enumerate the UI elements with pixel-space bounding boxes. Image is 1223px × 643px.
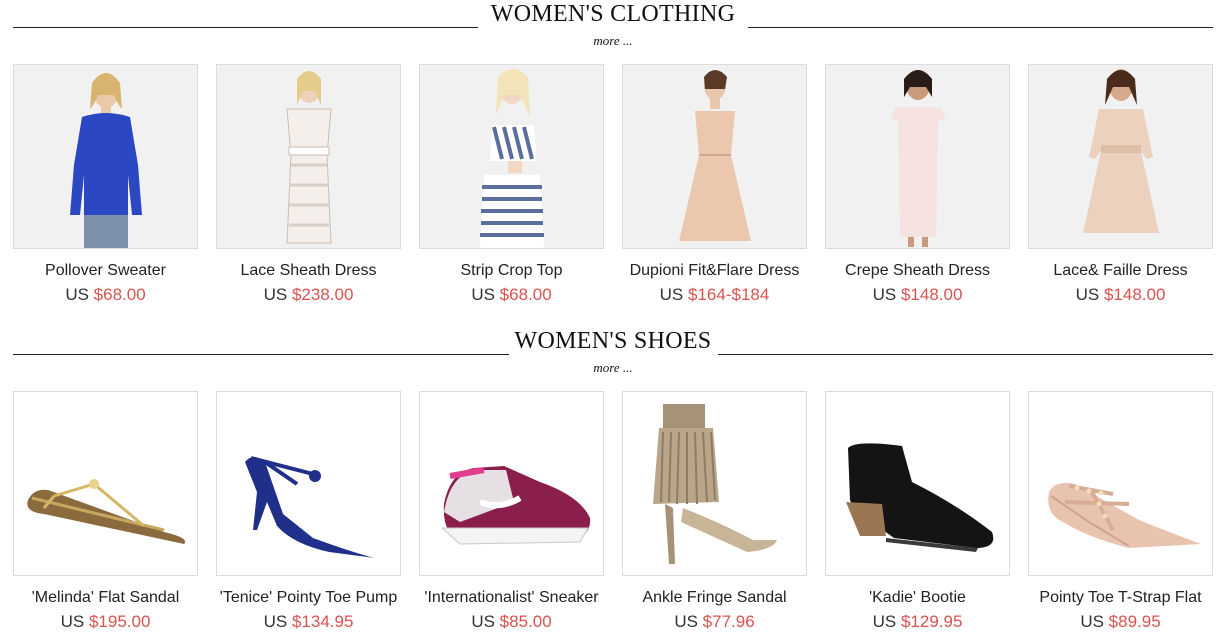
price-amount: $68.00: [93, 285, 146, 304]
product-image[interactable]: [825, 64, 1010, 249]
price-amount: $195.00: [88, 612, 151, 631]
price-amount: $164-$184: [688, 285, 770, 304]
product-price: US $164-$184: [622, 284, 807, 306]
product-name[interactable]: 'Melinda' Flat Sandal: [13, 588, 198, 608]
product-card[interactable]: Pollover Sweater US $68.00: [13, 64, 198, 306]
price-currency: US: [674, 612, 698, 631]
product-card[interactable]: Crepe Sheath Dress US $148.00: [825, 64, 1010, 306]
price-currency: US: [60, 612, 85, 631]
product-image[interactable]: [622, 64, 807, 249]
product-card[interactable]: Pointy Toe T-Strap Flat US $89.95: [1028, 391, 1213, 633]
more-link[interactable]: more ...: [13, 33, 1213, 49]
price-currency: US: [1080, 612, 1104, 631]
price-amount: $77.96: [702, 612, 755, 631]
product-card[interactable]: Lace Sheath Dress US $238.00: [216, 64, 401, 306]
crepe-dress-image: [890, 70, 946, 247]
product-image[interactable]: [216, 391, 401, 576]
product-card[interactable]: Strip Crop Top US $68.00: [419, 64, 604, 306]
product-image[interactable]: [216, 64, 401, 249]
product-image[interactable]: [419, 391, 604, 576]
t-strap-flat-image: [1048, 483, 1201, 548]
more-link[interactable]: more ...: [13, 360, 1213, 376]
product-name[interactable]: 'Tenice' Pointy Toe Pump: [216, 588, 401, 608]
product-price: US $134.95: [216, 611, 401, 633]
product-price: US $148.00: [825, 284, 1010, 306]
price-currency: US: [471, 612, 495, 631]
product-card[interactable]: 'Melinda' Flat Sandal US $195.00: [13, 391, 198, 633]
price-amount: $129.95: [900, 612, 963, 631]
product-card[interactable]: 'Internationalist' Sneaker US $85.00: [419, 391, 604, 633]
product-card[interactable]: Dupioni Fit&Flare Dress US $164-$184: [622, 64, 807, 306]
product-card[interactable]: Ankle Fringe Sandal US $77.96: [622, 391, 807, 633]
price-currency: US: [872, 612, 897, 631]
product-name[interactable]: Strip Crop Top: [419, 261, 604, 281]
product-image[interactable]: [419, 64, 604, 249]
product-price: US $148.00: [1028, 284, 1213, 306]
bootie-image: [846, 443, 994, 552]
product-price: US $238.00: [216, 284, 401, 306]
product-image[interactable]: [622, 391, 807, 576]
product-card[interactable]: 'Kadie' Bootie US $129.95: [825, 391, 1010, 633]
product-price: US $77.96: [622, 611, 807, 633]
price-amount: $134.95: [291, 612, 354, 631]
crop-top-image: [480, 69, 544, 248]
price-amount: $148.00: [1103, 285, 1166, 304]
product-image[interactable]: [13, 64, 198, 249]
product-price: US $89.95: [1028, 611, 1213, 633]
product-card[interactable]: Lace& Faille Dress US $148.00: [1028, 64, 1213, 306]
product-card[interactable]: 'Tenice' Pointy Toe Pump US $134.95: [216, 391, 401, 633]
dupioni-dress-image: [679, 70, 751, 241]
price-currency: US: [1075, 285, 1100, 304]
price-currency: US: [263, 285, 288, 304]
flat-sandal-image: [27, 479, 186, 544]
product-price: US $85.00: [419, 611, 604, 633]
sweater-image: [70, 73, 142, 248]
clothing-section-header: WOMEN'S CLOTHING more ...: [13, 0, 1213, 48]
product-image[interactable]: [13, 391, 198, 576]
product-name[interactable]: Dupioni Fit&Flare Dress: [622, 261, 807, 281]
product-image[interactable]: [825, 391, 1010, 576]
price-currency: US: [872, 285, 897, 304]
product-name[interactable]: 'Kadie' Bootie: [825, 588, 1010, 608]
product-price: US $68.00: [13, 284, 198, 306]
product-name[interactable]: Pollover Sweater: [13, 261, 198, 281]
section-title: WOMEN'S CLOTHING: [490, 1, 736, 27]
product-name[interactable]: Ankle Fringe Sandal: [622, 588, 807, 608]
product-name[interactable]: Lace Sheath Dress: [216, 261, 401, 281]
product-image[interactable]: [1028, 64, 1213, 249]
price-amount: $85.00: [499, 612, 552, 631]
price-currency: US: [659, 285, 684, 304]
product-name[interactable]: 'Internationalist' Sneaker: [419, 588, 604, 608]
product-price: US $195.00: [13, 611, 198, 633]
product-name[interactable]: Lace& Faille Dress: [1028, 261, 1213, 281]
sneaker-image: [440, 466, 591, 545]
product-price: US $129.95: [825, 611, 1010, 633]
price-amount: $148.00: [900, 285, 963, 304]
product-name[interactable]: Pointy Toe T-Strap Flat: [1028, 588, 1213, 608]
price-amount: $68.00: [499, 285, 552, 304]
lace-dress-image: [286, 71, 332, 244]
section-title: WOMEN'S SHOES: [514, 328, 712, 354]
lace-faille-dress-image: [1083, 69, 1159, 233]
pointy-pump-image: [245, 456, 375, 558]
price-amount: $238.00: [291, 285, 354, 304]
product-name[interactable]: Crepe Sheath Dress: [825, 261, 1010, 281]
product-price: US $68.00: [419, 284, 604, 306]
price-currency: US: [65, 285, 89, 304]
price-currency: US: [471, 285, 495, 304]
price-currency: US: [263, 612, 288, 631]
fringe-sandal-image: [653, 404, 777, 564]
price-amount: $89.95: [1108, 612, 1161, 631]
product-image[interactable]: [1028, 391, 1213, 576]
shoes-section-header: WOMEN'S SHOES more ...: [13, 327, 1213, 375]
